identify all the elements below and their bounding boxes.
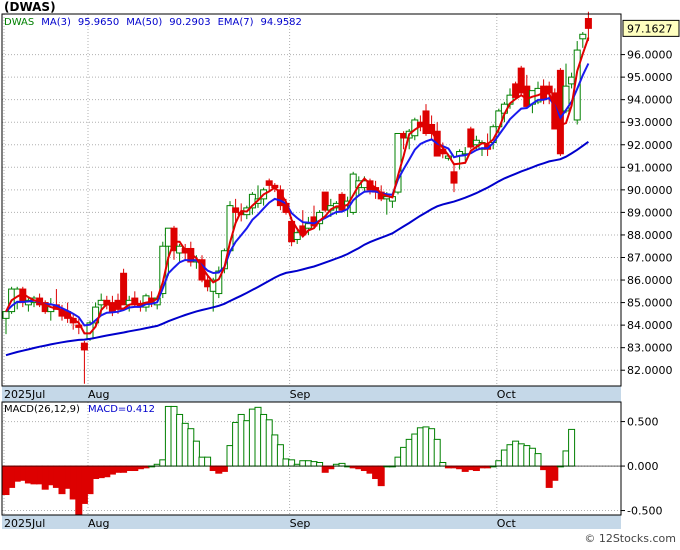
macd-bar — [204, 456, 212, 467]
macd-ytick-label: 0.500 — [627, 416, 659, 429]
legend-item: 95.9650 — [78, 17, 119, 28]
price-ytick-label: 89.0000 — [627, 206, 673, 219]
macd-xtick-label: Oct — [497, 517, 517, 530]
candle-body — [512, 83, 520, 98]
legend-item: 94.9582 — [261, 17, 302, 28]
price-ytick-label: 86.0000 — [627, 274, 673, 287]
watermark: © 12Stocks.com — [584, 532, 676, 545]
candle — [467, 126, 475, 150]
price-ytick-label: 88.0000 — [627, 229, 673, 242]
price-ytick-label: 94.0000 — [627, 94, 673, 107]
price-xtick-label: Aug — [88, 388, 109, 401]
macd-bar — [36, 465, 44, 485]
macd-bar — [47, 465, 55, 486]
candle-body — [523, 85, 531, 107]
macd-bar — [523, 445, 531, 467]
macd-xtick-label: 2025Jul — [4, 517, 45, 530]
macd-bar — [220, 465, 228, 472]
price-ytick-label: 82.0000 — [627, 364, 673, 377]
macd-bar — [534, 453, 542, 467]
price-ytick-label: 95.0000 — [627, 71, 673, 84]
price-ytick-label: 93.0000 — [627, 116, 673, 129]
price-xtick-label: Sep — [290, 388, 311, 401]
price-ytick-label: 90.0000 — [627, 184, 673, 197]
legend-item: MA(3) — [41, 17, 71, 28]
macd-bar — [97, 465, 105, 479]
candle-body — [568, 76, 576, 85]
candle-body — [545, 85, 553, 94]
candle-body — [584, 18, 592, 29]
price-ytick-label: 85.0000 — [627, 297, 673, 310]
candle-body — [97, 299, 105, 306]
price-ytick-label: 84.0000 — [627, 319, 673, 332]
price-ytick-label: 91.0000 — [627, 161, 673, 174]
legend-item: EMA(7) — [218, 17, 254, 28]
candle — [120, 268, 128, 306]
macd-bar — [512, 440, 520, 467]
price-ytick-label: 87.0000 — [627, 251, 673, 264]
price-ytick-label: 92.0000 — [627, 139, 673, 152]
macd-xtick-label: Aug — [88, 517, 109, 530]
price-xtick-label: Oct — [497, 388, 517, 401]
legend-item: MA(50) — [126, 17, 162, 28]
macd-bar — [316, 462, 324, 467]
macd-legend-item: MACD(26,12,9) — [4, 404, 80, 415]
chart-svg: (DWAS) DWAS MA(3) 95.9650 MA(50) 90.2903 EMA(… — [0, 0, 680, 546]
macd-bar — [540, 465, 548, 471]
macd-ytick-label: 0.000 — [627, 460, 659, 473]
macd-xtick-label: Sep — [290, 517, 311, 530]
candle-body — [265, 180, 273, 186]
legend-item: DWAS — [4, 17, 34, 28]
stock-chart: (DWAS) DWAS MA(3) 95.9650 MA(50) 90.2903 EMA(… — [0, 0, 680, 546]
macd-bar — [439, 462, 447, 467]
candle-body — [2, 311, 10, 319]
macd-bar — [69, 465, 77, 500]
last-price-tag: 97.1627 — [627, 22, 673, 35]
price-ytick-label: 96.0000 — [627, 49, 673, 62]
legend-item: 90.2903 — [169, 17, 210, 28]
candle-body — [450, 171, 458, 184]
candle-body — [80, 342, 88, 351]
price-xtick-label: 2025Jul — [4, 388, 45, 401]
candle-body — [232, 207, 240, 213]
macd-bar — [377, 465, 385, 487]
macd-ytick-label: -0.500 — [627, 505, 662, 518]
candle-body — [579, 33, 587, 40]
macd-bar — [568, 428, 576, 467]
macd-legend-item: MACD=0.412 — [88, 404, 155, 415]
price-ytick-label: 83.0000 — [627, 342, 673, 355]
ticker-title: (DWAS) — [4, 0, 56, 14]
macd-bar — [551, 465, 559, 481]
